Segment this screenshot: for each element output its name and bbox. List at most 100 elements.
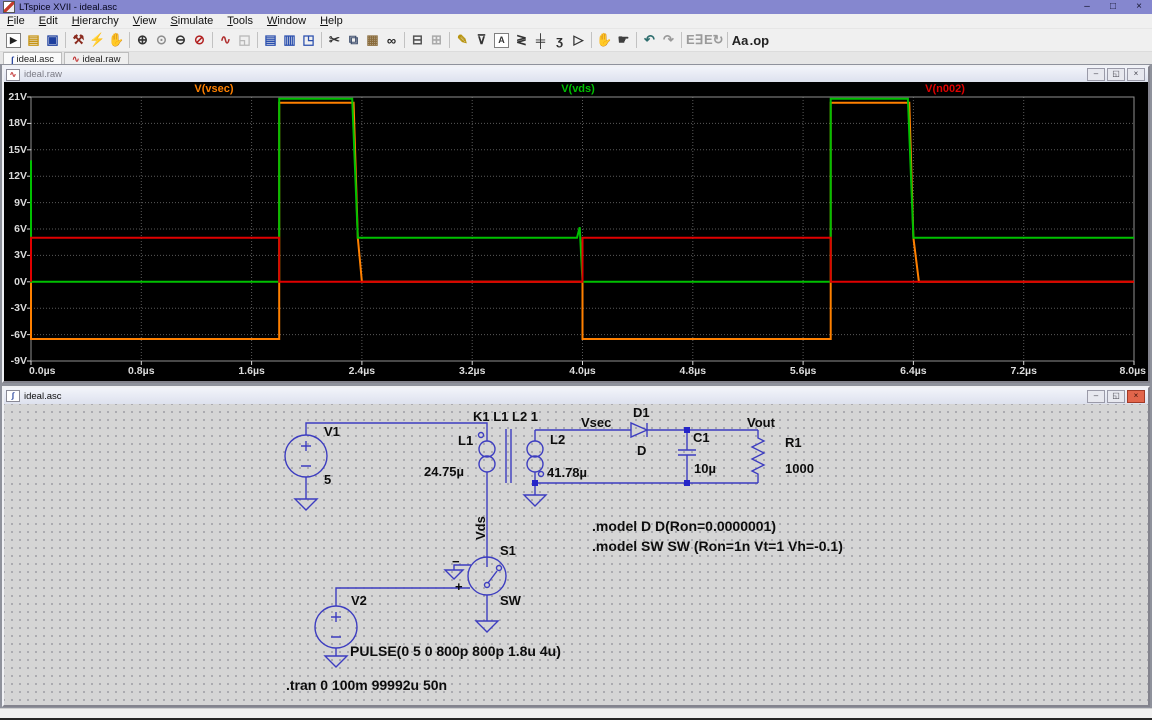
menu-window[interactable]: Window (260, 15, 313, 27)
rotate-icon[interactable]: E↻ (704, 31, 724, 49)
secondary-ground[interactable] (524, 483, 758, 506)
mirror-icon[interactable]: E∃ (685, 31, 704, 49)
menu-edit[interactable]: Edit (32, 15, 65, 27)
waveform-traces[interactable] (4, 82, 1148, 381)
x-axis-tick-label[interactable]: 7.2µs (997, 365, 1051, 377)
menu-hierarchy[interactable]: Hierarchy (65, 15, 126, 27)
trace-label-V(n002)[interactable]: V(n002) (905, 83, 985, 95)
redo-icon[interactable]: ↷ (659, 31, 678, 49)
menu-help[interactable]: Help (313, 15, 350, 27)
label-d1-name[interactable]: D1 (633, 405, 650, 420)
drag-icon[interactable]: ☛ (614, 31, 633, 49)
waveform-minimize-button[interactable]: – (1087, 68, 1105, 81)
y-axis-tick-label[interactable]: -6V (4, 329, 27, 341)
close-button[interactable]: × (1126, 0, 1152, 14)
schematic-window-titlebar[interactable]: ∫ ideal.asc – ◱ × (4, 388, 1148, 404)
wire-icon[interactable]: ✎ (453, 31, 472, 49)
menu-simulate[interactable]: Simulate (163, 15, 220, 27)
x-axis-tick-label[interactable]: 4.8µs (666, 365, 720, 377)
y-axis-tick-label[interactable]: 9V (4, 197, 27, 209)
schematic-restore-button[interactable]: ◱ (1107, 390, 1125, 403)
label-net-icon[interactable]: A (494, 33, 509, 48)
tile-vertical-icon[interactable]: ▥ (280, 31, 299, 49)
maximize-button[interactable]: □ (1100, 0, 1126, 14)
move-icon[interactable]: ✋ (595, 31, 614, 49)
x-axis-tick-label[interactable]: 0.0µs (29, 365, 83, 377)
schematic-canvas[interactable]: V1 5 K1 L1 L2 1 L1 24.75µ L2 41.78µ Vsec… (4, 404, 1148, 705)
zoom-back-icon[interactable]: ⊙ (152, 31, 171, 49)
y-axis-tick-label[interactable]: 18V (4, 117, 27, 129)
trace-label-V(vds)[interactable]: V(vds) (538, 83, 618, 95)
label-net-vsec[interactable]: Vsec (581, 415, 611, 430)
copy-icon[interactable]: ⧉ (344, 31, 363, 49)
zoom-full-extents-icon[interactable]: ⊘ (190, 31, 209, 49)
undo-icon[interactable]: ↶ (640, 31, 659, 49)
paste-icon[interactable]: ▦ (363, 31, 382, 49)
label-l1-name[interactable]: L1 (458, 433, 473, 448)
control-panel-icon[interactable]: ⚒ (69, 31, 88, 49)
minimize-button[interactable]: – (1074, 0, 1100, 14)
diode-icon[interactable]: ▷ (569, 31, 588, 49)
label-l2-name[interactable]: L2 (550, 432, 565, 447)
label-s1-model[interactable]: SW (500, 593, 521, 608)
y-axis-tick-label[interactable]: -9V (4, 355, 27, 367)
print-preview-icon[interactable]: ⊞ (427, 31, 446, 49)
new-schematic-icon[interactable]: ▶ (6, 33, 21, 48)
x-axis-tick-label[interactable]: 6.4µs (886, 365, 940, 377)
y-axis-tick-label[interactable]: 21V (4, 91, 27, 103)
x-axis-tick-label[interactable]: 1.6µs (225, 365, 279, 377)
menu-file[interactable]: File (0, 15, 32, 27)
y-axis-tick-label[interactable]: -3V (4, 302, 27, 314)
label-v1-name[interactable]: V1 (324, 424, 340, 439)
find-icon[interactable]: ∞ (382, 31, 401, 49)
y-axis-tick-label[interactable]: 15V (4, 144, 27, 156)
cascade-windows-icon[interactable]: ◳ (299, 31, 318, 49)
menu-view[interactable]: View (126, 15, 164, 27)
label-directive-model-sw[interactable]: .model SW SW (Ron=1n Vt=1 Vh=-0.1) (592, 538, 843, 554)
zoom-out-icon[interactable]: ⊖ (171, 31, 190, 49)
y-axis-tick-label[interactable]: 12V (4, 170, 27, 182)
y-axis-tick-label[interactable]: 6V (4, 223, 27, 235)
inductor-icon[interactable]: ʒ (550, 31, 569, 49)
label-coupling-directive[interactable]: K1 L1 L2 1 (473, 409, 538, 424)
label-r1-value[interactable]: 1000 (785, 461, 814, 476)
text-icon[interactable]: Aa (731, 31, 750, 49)
waveform-restore-button[interactable]: ◱ (1107, 68, 1125, 81)
label-s1-name[interactable]: S1 (500, 543, 516, 558)
label-d1-model[interactable]: D (637, 443, 646, 458)
open-file-icon[interactable]: ▤ (24, 31, 43, 49)
spice-directive-icon[interactable]: .op (750, 31, 770, 49)
component-transformer[interactable] (479, 429, 544, 483)
ground-icon[interactable]: ⊽ (472, 31, 491, 49)
plot-pane-icon[interactable]: ∿ (216, 31, 235, 49)
schematic-close-button[interactable]: × (1127, 390, 1145, 403)
schematic-minimize-button[interactable]: – (1087, 390, 1105, 403)
label-l1-value[interactable]: 24.75µ (424, 464, 464, 479)
capacitor-icon[interactable]: ╪ (531, 31, 550, 49)
label-directive-tran[interactable]: .tran 0 100m 99992u 50n (286, 677, 447, 693)
label-net-vds[interactable]: Vds (473, 516, 488, 540)
y-axis-tick-label[interactable]: 3V (4, 249, 27, 261)
tile-horizontal-icon[interactable]: ▤ (261, 31, 280, 49)
component-r1[interactable] (752, 430, 764, 483)
label-c1-name[interactable]: C1 (693, 430, 710, 445)
y-axis-tick-label[interactable]: 0V (4, 276, 27, 288)
label-l2-value[interactable]: 41.78µ (547, 465, 587, 480)
autorange-icon[interactable]: ◱ (235, 31, 254, 49)
label-r1-name[interactable]: R1 (785, 435, 802, 450)
waveform-window-titlebar[interactable]: ∿ ideal.raw – ◱ × (4, 67, 1148, 82)
save-icon[interactable]: ▣ (43, 31, 62, 49)
trace-label-V(vsec)[interactable]: V(vsec) (174, 83, 254, 95)
x-axis-tick-label[interactable]: 2.4µs (335, 365, 389, 377)
component-d1[interactable] (535, 423, 758, 437)
label-v2-value[interactable]: PULSE(0 5 0 800p 800p 1.8u 4u) (350, 643, 561, 659)
run-icon[interactable]: ⚡ (88, 31, 107, 49)
x-axis-tick-label[interactable]: 8.0µs (1092, 365, 1146, 377)
label-net-vout[interactable]: Vout (747, 415, 775, 430)
zoom-in-icon[interactable]: ⊕ (133, 31, 152, 49)
x-axis-tick-label[interactable]: 4.0µs (556, 365, 610, 377)
resistor-icon[interactable]: ≷ (512, 31, 531, 49)
x-axis-tick-label[interactable]: 3.2µs (445, 365, 499, 377)
cut-icon[interactable]: ✂ (325, 31, 344, 49)
waveform-close-button[interactable]: × (1127, 68, 1145, 81)
